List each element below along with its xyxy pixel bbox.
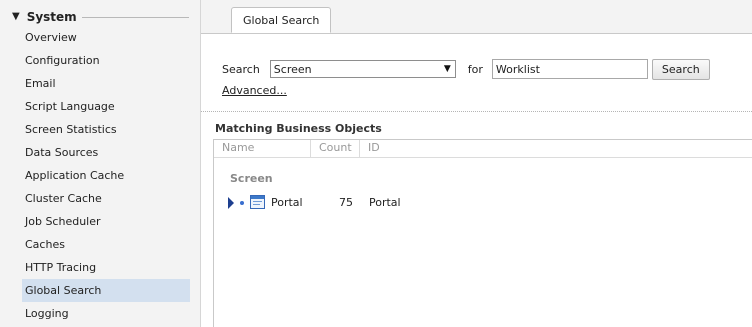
sidebar-item-global-search[interactable]: Global Search [22, 279, 190, 302]
system-section-header[interactable]: ▼ System [12, 9, 77, 25]
sidebar-item-cluster-cache[interactable]: Cluster Cache [22, 187, 190, 210]
object-type-select[interactable]: Screen ▼ [269, 60, 456, 78]
row-name[interactable]: Portal [271, 196, 303, 209]
column-header-id[interactable]: ID [360, 140, 440, 157]
search-label: Search [222, 62, 260, 76]
sidebar: ▼ System Overview Configuration Email Sc… [0, 0, 201, 327]
search-row: Search Screen ▼ for Search [222, 58, 710, 80]
results-title: Matching Business Objects [215, 122, 382, 135]
for-label: for [467, 62, 483, 76]
search-query-input[interactable] [491, 59, 648, 79]
sidebar-item-email[interactable]: Email [22, 72, 190, 95]
sidebar-nav: Overview Configuration Email Script Lang… [22, 26, 190, 325]
dotted-separator [201, 111, 752, 112]
advanced-link[interactable]: Advanced... [222, 84, 287, 97]
results-table: Name Count ID Screen Portal 75 Portal [213, 139, 752, 327]
row-count: 75 [339, 196, 353, 209]
sidebar-item-overview[interactable]: Overview [22, 26, 190, 49]
section-title: System [26, 10, 77, 24]
screen-object-icon [250, 195, 265, 209]
tab-global-search[interactable]: Global Search [231, 7, 332, 33]
main-panel: Global Search Search Screen ▼ for Search… [201, 0, 752, 327]
sidebar-item-http-tracing[interactable]: HTTP Tracing [22, 256, 190, 279]
row-id: Portal [369, 196, 401, 209]
object-type-value: Screen [273, 63, 312, 76]
dropdown-arrow-icon[interactable]: ▼ [444, 64, 451, 74]
sidebar-item-caches[interactable]: Caches [22, 233, 190, 256]
table-row[interactable]: Portal 75 Portal [228, 194, 528, 212]
sidebar-item-application-cache[interactable]: Application Cache [22, 164, 190, 187]
sidebar-item-data-sources[interactable]: Data Sources [22, 141, 190, 164]
collapse-triangle-icon[interactable]: ▼ [12, 12, 20, 22]
sidebar-item-script-language[interactable]: Script Language [22, 95, 190, 118]
sidebar-item-configuration[interactable]: Configuration [22, 49, 190, 72]
expand-arrow-icon[interactable] [228, 197, 234, 209]
column-header-name[interactable]: Name [214, 140, 311, 157]
sidebar-item-job-scheduler[interactable]: Job Scheduler [22, 210, 190, 233]
sidebar-item-screen-statistics[interactable]: Screen Statistics [22, 118, 190, 141]
column-header-count[interactable]: Count [311, 140, 360, 157]
section-divider [82, 17, 189, 18]
search-button[interactable]: Search [651, 58, 710, 80]
group-label: Screen [230, 172, 273, 185]
column-headers: Name Count ID [214, 140, 752, 158]
tab-strip: Global Search [201, 0, 752, 34]
bullet-dot-icon [240, 201, 244, 205]
sidebar-item-logging[interactable]: Logging [22, 302, 190, 325]
